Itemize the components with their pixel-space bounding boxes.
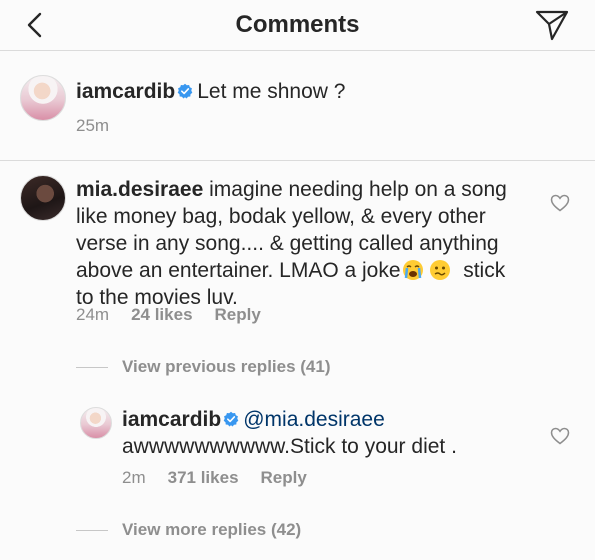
header-bar: Comments bbox=[0, 0, 595, 51]
heart-outline-icon[interactable] bbox=[550, 194, 570, 212]
verified-badge-icon bbox=[177, 83, 193, 99]
view-previous-replies-button[interactable]: View previous replies (41) bbox=[76, 357, 331, 377]
comment-line: like money bag, bodak yellow, & every ot… bbox=[76, 205, 486, 228]
crying-face-emoji bbox=[402, 260, 423, 280]
comment-likes[interactable]: 24 likes bbox=[131, 305, 192, 324]
reply-likes[interactable]: 371 likes bbox=[168, 468, 239, 487]
divider bbox=[76, 367, 108, 369]
comment-username[interactable]: mia.desiraee bbox=[76, 178, 203, 201]
reply-button[interactable]: Reply bbox=[261, 468, 307, 487]
reply-body: iamcardib @mia.desiraee awwwwwwwwww.Stick… bbox=[122, 406, 457, 460]
avatar[interactable] bbox=[20, 175, 66, 221]
heart-outline-icon[interactable] bbox=[550, 427, 570, 445]
comment-line: verse in any song.... & getting called a… bbox=[76, 232, 499, 255]
reply-time: 2m bbox=[122, 468, 146, 487]
paper-plane-icon[interactable] bbox=[534, 8, 570, 42]
page-title: Comments bbox=[235, 11, 360, 38]
caption-section: iamcardib Let me shnow ? 25m bbox=[0, 50, 595, 161]
comment-time: 24m bbox=[76, 305, 110, 324]
caption-time: 25m bbox=[76, 116, 110, 135]
reply-username[interactable]: iamcardib bbox=[122, 408, 221, 431]
nauseated-face-emoji bbox=[429, 260, 450, 280]
divider bbox=[76, 530, 108, 532]
view-previous-replies-label: View previous replies (41) bbox=[122, 357, 331, 376]
avatar[interactable] bbox=[80, 407, 112, 439]
reply-button[interactable]: Reply bbox=[215, 305, 261, 324]
verified-badge-icon bbox=[223, 411, 239, 427]
caption-username[interactable]: iamcardib bbox=[76, 80, 175, 103]
reply-mention-link[interactable]: @mia.desiraee bbox=[243, 408, 385, 431]
comment-line: stick bbox=[463, 259, 506, 282]
caption-text: Let me shnow ? bbox=[197, 80, 346, 103]
avatar[interactable] bbox=[20, 75, 66, 121]
comment-body: mia.desiraee imagine needing help on a s… bbox=[76, 176, 546, 311]
view-more-replies-button[interactable]: View more replies (42) bbox=[76, 520, 301, 540]
reply-text: awwwwwwwwww.Stick to your diet . bbox=[122, 435, 457, 458]
comment-line: above an entertainer. LMAO a joke bbox=[76, 259, 401, 282]
view-more-replies-label: View more replies (42) bbox=[122, 520, 302, 539]
comment-line: imagine needing help on a song bbox=[209, 178, 507, 201]
